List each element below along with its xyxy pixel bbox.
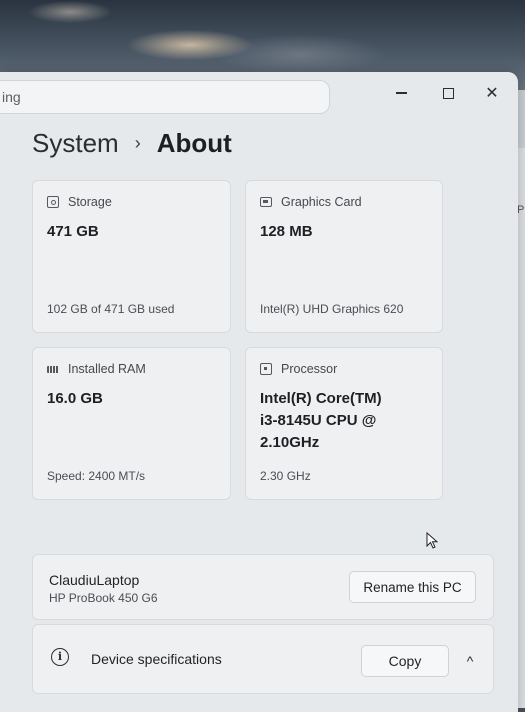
close-button[interactable]: ✕	[471, 78, 513, 108]
installed-ram-header: Installed RAM	[47, 362, 146, 376]
settings-window: ing ✕ System › About Storage 471 GB 102 …	[0, 72, 518, 712]
graphics-card-label: Graphics Card	[281, 195, 362, 209]
collapse-button[interactable]: ^	[456, 647, 484, 675]
processor-value-line: Intel(R) Core(TM)	[260, 390, 382, 407]
graphics-card-icon	[260, 197, 272, 207]
processor-card[interactable]: Processor Intel(R) Core(TM) i3-8145U CPU…	[245, 347, 443, 500]
maximize-button[interactable]	[427, 78, 469, 108]
storage-detail: 102 GB of 471 GB used	[47, 302, 175, 316]
processor-detail: 2.30 GHz	[260, 469, 311, 483]
processor-value: Intel(R) Core(TM) i3-8145U CPU @ 2.10GHz	[260, 388, 382, 454]
storage-icon	[47, 196, 59, 208]
graphics-card-card[interactable]: Graphics Card 128 MB Intel(R) UHD Graphi…	[245, 180, 443, 333]
processor-value-line: i3-8145U CPU @	[260, 412, 377, 429]
installed-ram-label: Installed RAM	[68, 362, 146, 376]
minimize-icon	[395, 92, 407, 94]
device-name: ClaudiuLaptop	[49, 572, 140, 588]
device-name-card: ClaudiuLaptop HP ProBook 450 G6 Rename t…	[32, 554, 494, 620]
processor-label: Processor	[281, 362, 338, 376]
search-input-value: ing	[2, 89, 21, 105]
processor-value-line: 2.10GHz	[260, 434, 320, 451]
ram-icon	[47, 365, 59, 373]
device-model: HP ProBook 450 G6	[49, 591, 158, 605]
breadcrumb-system[interactable]: System	[32, 128, 119, 159]
background-window-text: P	[517, 204, 525, 216]
breadcrumb-chevron-icon: ›	[134, 133, 141, 153]
chevron-up-icon: ^	[466, 653, 474, 669]
processor-icon	[260, 363, 272, 375]
processor-header: Processor	[260, 362, 337, 376]
close-icon: ✕	[485, 85, 499, 102]
graphics-card-header: Graphics Card	[260, 195, 362, 209]
rename-pc-button[interactable]: Rename this PC	[349, 571, 476, 603]
maximize-icon	[442, 87, 454, 99]
graphics-card-value: 128 MB	[260, 223, 313, 240]
installed-ram-value: 16.0 GB	[47, 390, 103, 407]
storage-value: 471 GB	[47, 223, 99, 240]
breadcrumb: System › About	[32, 128, 232, 159]
minimize-button[interactable]	[380, 78, 422, 108]
search-input[interactable]: ing	[0, 80, 330, 114]
storage-header: Storage	[47, 195, 112, 209]
info-icon: i	[51, 648, 69, 666]
storage-card[interactable]: Storage 471 GB 102 GB of 471 GB used	[32, 180, 231, 333]
graphics-card-detail: Intel(R) UHD Graphics 620	[260, 302, 404, 316]
device-specifications-section[interactable]: i Device specifications Copy ^	[32, 624, 494, 694]
installed-ram-card[interactable]: Installed RAM 16.0 GB Speed: 2400 MT/s	[32, 347, 231, 500]
copy-button[interactable]: Copy	[361, 645, 449, 677]
storage-label: Storage	[68, 195, 112, 209]
mouse-pointer-icon	[426, 531, 439, 549]
page-title: About	[156, 128, 232, 158]
installed-ram-detail: Speed: 2400 MT/s	[47, 469, 146, 483]
device-specifications-title: Device specifications	[91, 651, 222, 667]
